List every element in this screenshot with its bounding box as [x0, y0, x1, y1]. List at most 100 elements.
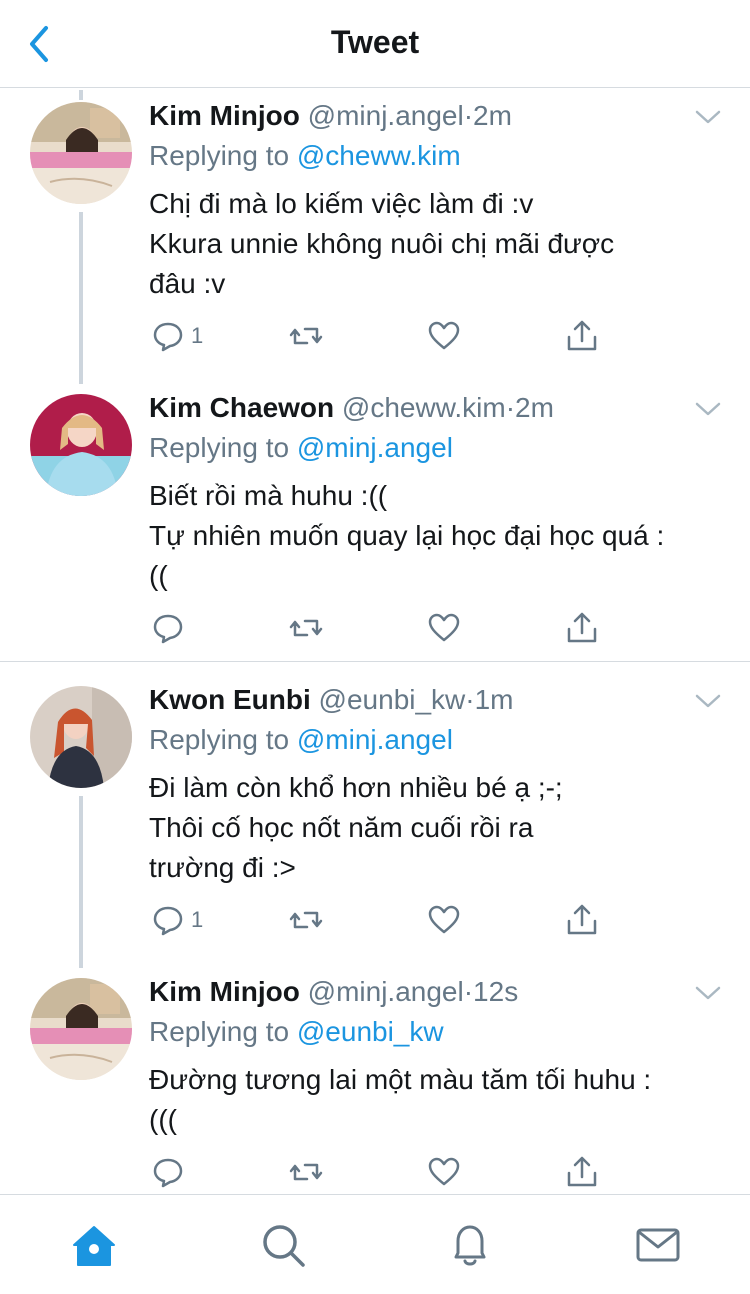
tweet-header: Kwon Eunbi @eunbi_kw·1m — [149, 680, 514, 720]
mention-link[interactable]: @minj.angel — [297, 432, 453, 463]
tweet-text-line: Kkura unnie không nuôi chị mãi được — [149, 228, 615, 259]
retweet-icon — [289, 911, 323, 929]
reply-icon — [153, 614, 183, 644]
share-icon — [567, 1156, 597, 1187]
retweet-button[interactable] — [289, 900, 323, 940]
replying-to: Replying to @minj.angel — [149, 428, 453, 468]
avatar-image — [30, 686, 132, 788]
tweet[interactable]: Kim Minjoo @minj.angel·12s Replying to @… — [0, 972, 750, 1192]
tweet-text-line: Đi làm còn khổ hơn nhiều bé ạ ;-; — [149, 772, 563, 803]
timestamp: 12s — [473, 976, 519, 1007]
tweet-actions — [149, 1152, 609, 1192]
tweet[interactable]: Kim Minjoo @minj.angel·2m Replying to @c… — [0, 96, 750, 366]
avatar-image — [30, 978, 132, 1080]
avatar[interactable] — [30, 394, 132, 496]
tweet-text-line: Chị đi mà lo kiếm việc làm đi :v — [149, 188, 534, 219]
bottom-tab-bar — [0, 1194, 750, 1294]
bell-icon — [454, 1225, 486, 1266]
chevron-down-icon — [695, 402, 721, 416]
like-button[interactable] — [427, 1152, 461, 1192]
replying-to: Replying to @minj.angel — [149, 720, 453, 760]
avatar-image — [30, 394, 132, 496]
reply-button[interactable]: 1 — [151, 900, 203, 940]
top-bar: Tweet — [0, 0, 750, 88]
like-icon — [428, 1157, 460, 1186]
mention-link[interactable]: @eunbi_kw — [297, 1016, 444, 1047]
share-button[interactable] — [565, 316, 599, 356]
author-handle[interactable]: @minj.angel — [308, 976, 464, 1007]
reply-button[interactable] — [151, 1152, 191, 1192]
share-icon — [567, 904, 597, 935]
author-handle[interactable]: @minj.angel — [308, 100, 464, 131]
tweet-text: Biết rồi mà huhu :(( Tự nhiên muốn quay … — [149, 476, 719, 596]
share-icon — [567, 320, 597, 351]
tab-notifications[interactable] — [444, 1219, 496, 1271]
retweet-button[interactable] — [289, 608, 323, 648]
author-name[interactable]: Kim Minjoo — [149, 100, 300, 131]
reply-icon — [153, 1158, 183, 1188]
tweet-menu-button[interactable] — [694, 398, 722, 420]
reply-button[interactable]: 1 — [151, 316, 203, 356]
tweet-text: Chị đi mà lo kiếm việc làm đi :v Kkura u… — [149, 184, 719, 304]
replying-prefix: Replying to — [149, 432, 290, 463]
tweet-actions: 1 — [149, 316, 609, 356]
divider — [0, 661, 750, 662]
replying-prefix: Replying to — [149, 724, 290, 755]
tweet-text-line: ((( — [149, 1104, 177, 1135]
like-button[interactable] — [427, 900, 461, 940]
tab-home[interactable] — [68, 1219, 120, 1271]
tweet-text-line: Thôi cố học nốt năm cuối rồi ra — [149, 812, 534, 843]
like-icon — [428, 905, 460, 934]
chevron-down-icon — [695, 694, 721, 708]
author-handle[interactable]: @cheww.kim — [342, 392, 506, 423]
separator-dot: · — [505, 392, 516, 423]
tweet-header: Kim Chaewon @cheww.kim·2m — [149, 388, 554, 428]
replying-prefix: Replying to — [149, 1016, 290, 1047]
tweet-actions: 1 — [149, 900, 609, 940]
tweet-text-line: Tự nhiên muốn quay lại học đại học quá : — [149, 520, 665, 551]
author-name[interactable]: Kim Chaewon — [149, 392, 334, 423]
share-button[interactable] — [565, 608, 599, 648]
tweet[interactable]: Kim Chaewon @cheww.kim·2m Replying to @m… — [0, 388, 750, 648]
retweet-button[interactable] — [289, 1152, 323, 1192]
tweet-menu-button[interactable] — [694, 106, 722, 128]
reply-count: 1 — [191, 323, 204, 348]
chevron-down-icon — [695, 110, 721, 124]
avatar[interactable] — [30, 978, 132, 1080]
tab-search[interactable] — [257, 1219, 309, 1271]
tweet[interactable]: Kwon Eunbi @eunbi_kw·1m Replying to @min… — [0, 680, 750, 950]
page-title: Tweet — [330, 24, 420, 60]
replying-to: Replying to @cheww.kim — [149, 136, 461, 176]
author-name[interactable]: Kwon Eunbi — [149, 684, 311, 715]
retweet-icon — [289, 1163, 323, 1181]
share-button[interactable] — [565, 1152, 599, 1192]
retweet-icon — [289, 619, 323, 637]
share-button[interactable] — [565, 900, 599, 940]
timestamp: 2m — [473, 100, 512, 131]
like-button[interactable] — [427, 608, 461, 648]
tweet-menu-button[interactable] — [694, 690, 722, 712]
separator-dot: · — [463, 100, 474, 131]
tab-messages[interactable] — [632, 1219, 684, 1271]
retweet-button[interactable] — [289, 316, 323, 356]
tweet-text-line: đâu :v — [149, 268, 226, 299]
reply-button[interactable] — [151, 608, 191, 648]
avatar[interactable] — [30, 102, 132, 204]
home-icon — [73, 1226, 115, 1266]
mail-icon — [636, 1228, 680, 1262]
mention-link[interactable]: @minj.angel — [297, 724, 453, 755]
replying-prefix: Replying to — [149, 140, 290, 171]
like-button[interactable] — [427, 316, 461, 356]
reply-icon — [153, 906, 183, 936]
retweet-icon — [289, 327, 323, 345]
tweet-text: Đường tương lai một màu tăm tối huhu : (… — [149, 1060, 719, 1140]
author-handle[interactable]: @eunbi_kw — [319, 684, 466, 715]
avatar[interactable] — [30, 686, 132, 788]
tweet-menu-button[interactable] — [694, 982, 722, 1004]
reply-icon — [153, 322, 183, 352]
mention-link[interactable]: @cheww.kim — [297, 140, 461, 171]
timestamp: 2m — [515, 392, 554, 423]
share-icon — [567, 612, 597, 643]
author-name[interactable]: Kim Minjoo — [149, 976, 300, 1007]
search-icon — [263, 1225, 305, 1267]
